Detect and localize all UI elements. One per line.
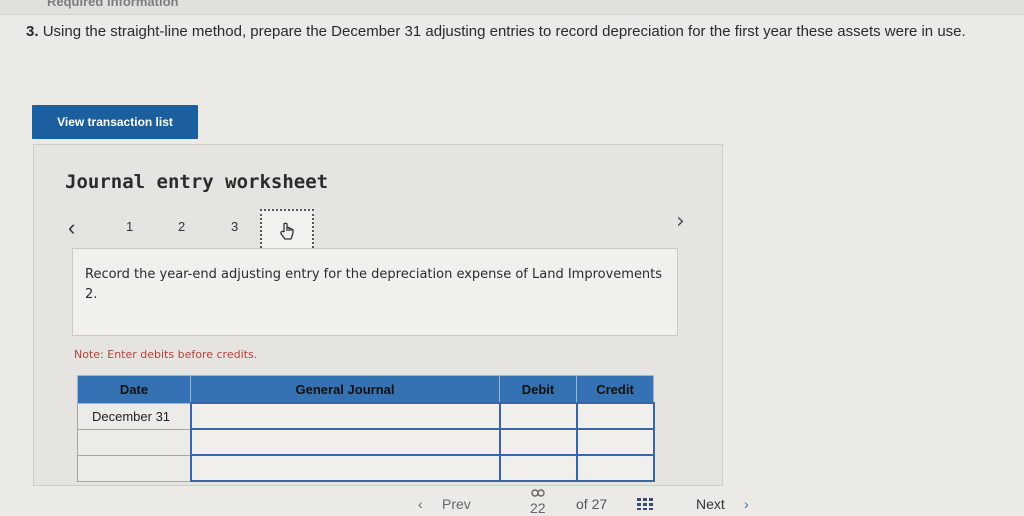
credit-input[interactable]	[575, 454, 655, 482]
current-question-number[interactable]: 22	[530, 500, 546, 516]
entry-page-1[interactable]: 1	[126, 219, 133, 234]
grid-icon[interactable]	[637, 498, 653, 510]
credit-input[interactable]	[575, 428, 655, 456]
entry-page-2[interactable]: 2	[178, 219, 185, 234]
account-input[interactable]	[189, 428, 501, 456]
prev-entry-chevron-icon[interactable]: ‹	[68, 215, 75, 241]
debit-input[interactable]	[498, 428, 578, 456]
view-transaction-list-button[interactable]: View transaction list	[32, 105, 198, 139]
instruction-box: Record the year-end adjusting entry for …	[72, 248, 678, 336]
question-body: Using the straight-line method, prepare …	[42, 23, 966, 40]
next-entry-chevron-icon[interactable]: ›	[676, 209, 685, 234]
question-text: 3. Using the straight-line method, prepa…	[26, 21, 1021, 43]
credit-input[interactable]	[575, 402, 655, 430]
table-row	[77, 454, 655, 482]
question-number: 3.	[26, 23, 39, 40]
date-header: Date	[77, 375, 191, 404]
debit-input[interactable]	[498, 402, 578, 430]
date-cell	[77, 454, 191, 482]
date-cell	[77, 428, 191, 456]
account-input[interactable]	[189, 402, 501, 430]
worksheet-title: Journal entry worksheet	[65, 171, 329, 193]
debit-header: Debit	[499, 375, 577, 404]
journal-table: Date General Journal Debit Credit Decemb…	[77, 375, 655, 482]
account-input[interactable]	[189, 454, 501, 482]
table-row	[77, 428, 655, 456]
table-row: December 31	[77, 402, 655, 430]
date-cell: December 31	[77, 402, 191, 430]
entry-page-3[interactable]: 3	[231, 219, 238, 234]
journal-entry-worksheet: Journal entry worksheet ‹ 1 2 3 › Record…	[33, 144, 723, 486]
required-information-tab[interactable]: Required information	[47, 0, 178, 9]
credit-header: Credit	[576, 375, 654, 404]
link-icon[interactable]	[531, 488, 545, 498]
debit-credit-note: Note: Enter debits before credits.	[74, 348, 258, 361]
general-journal-header: General Journal	[190, 375, 500, 404]
pointer-hand-icon	[280, 222, 294, 240]
current-entry-page[interactable]	[260, 209, 314, 252]
debit-input[interactable]	[498, 454, 578, 482]
